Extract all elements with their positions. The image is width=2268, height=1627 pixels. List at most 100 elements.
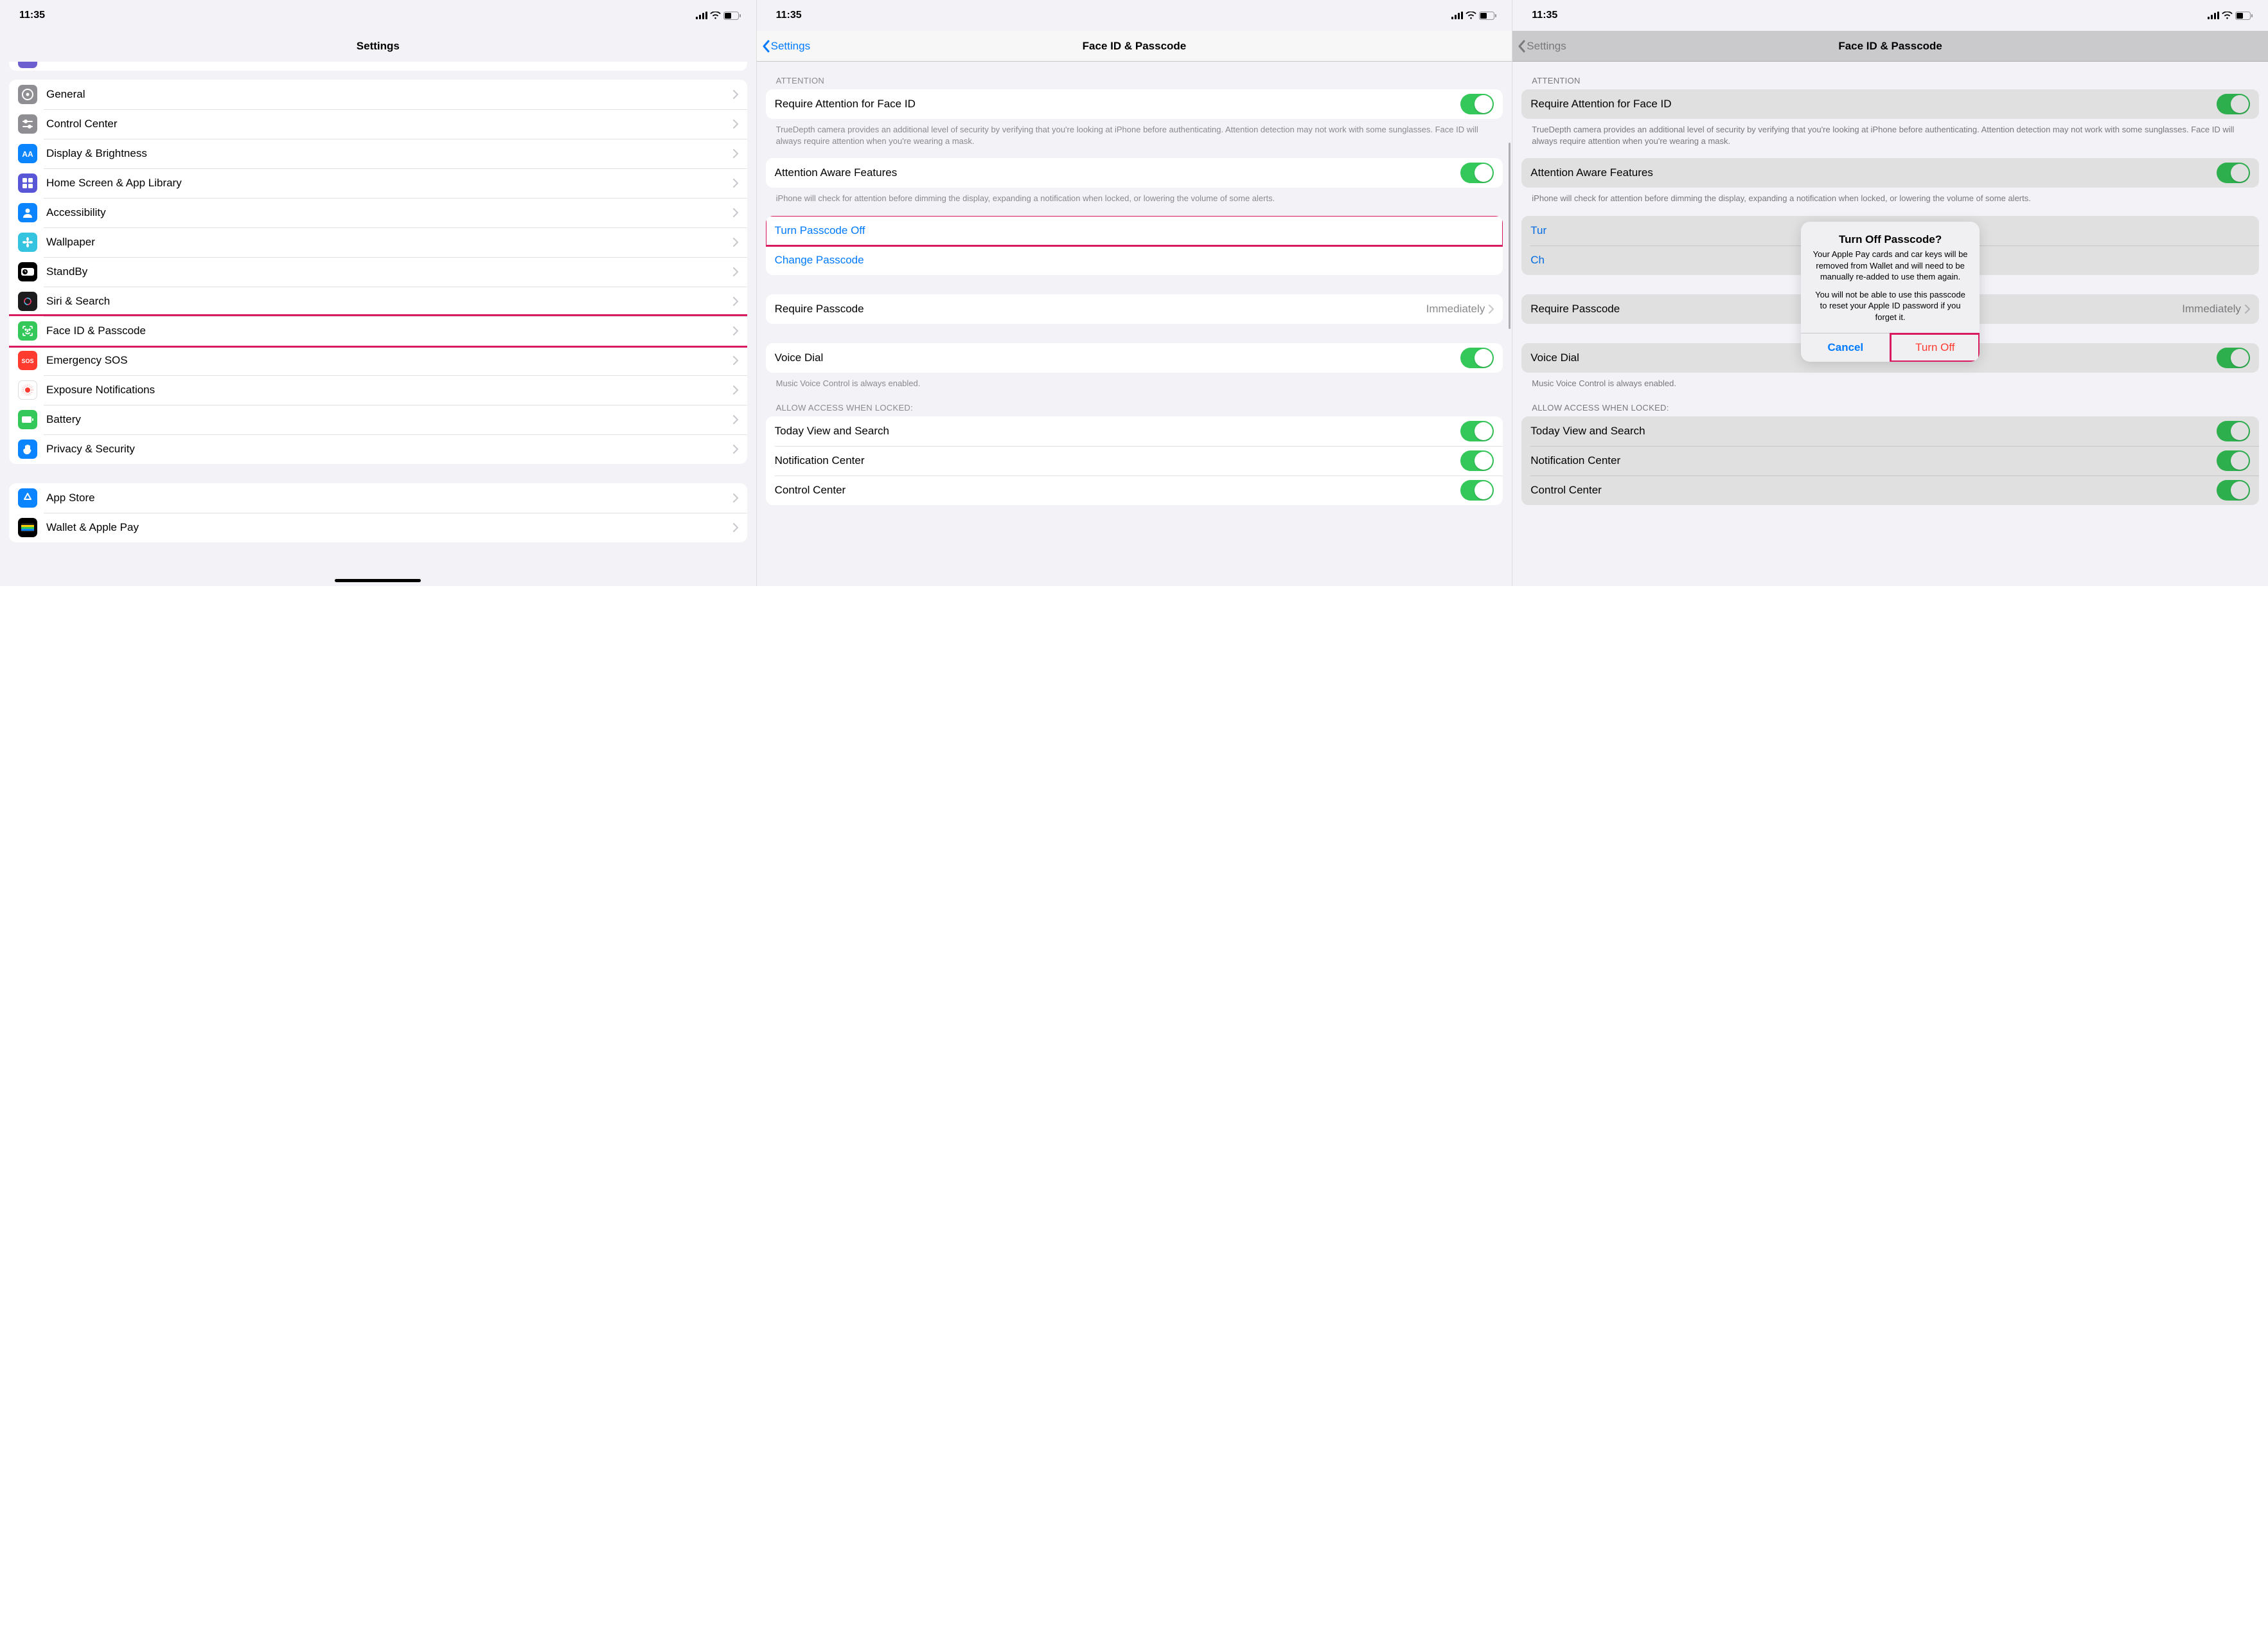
nav-title: Face ID & Passcode (1838, 40, 1942, 53)
settings-row-home-screen[interactable]: Home Screen & App Library (9, 168, 747, 198)
alert-text-1: Your Apple Pay cards and car keys will b… (1812, 249, 1968, 283)
accessibility-icon (18, 203, 37, 222)
back-button[interactable]: Settings (762, 31, 810, 61)
settings-row-display-brightness[interactable]: AA Display & Brightness (9, 139, 747, 168)
today-view-toggle (2217, 421, 2250, 441)
panel-faceid-passcode: 11:35 Settings Face ID & Passcode ATTENT… (756, 0, 1512, 586)
require-attention-label: Require Attention for Face ID (775, 98, 1461, 111)
notification-center-label: Notification Center (1530, 454, 2217, 467)
today-view-row: Today View and Search (1521, 416, 2259, 446)
require-attention-row[interactable]: Require Attention for Face ID (766, 89, 1503, 119)
notification-center-toggle[interactable] (1460, 450, 1494, 471)
settings-row-wallpaper[interactable]: Wallpaper (9, 227, 747, 257)
control-center-toggle (2217, 480, 2250, 501)
attention-aware-label: Attention Aware Features (1530, 166, 2217, 179)
control-center-toggle[interactable] (1460, 480, 1494, 501)
attention-aware-toggle[interactable] (1460, 163, 1494, 183)
settings-row-control-center[interactable]: Control Center (9, 109, 747, 139)
attention-aware-row[interactable]: Attention Aware Features (766, 158, 1503, 188)
settings-row-accessibility[interactable]: Accessibility (9, 198, 747, 227)
exposure-icon (18, 380, 37, 400)
attention-aware-footer: iPhone will check for attention before d… (1512, 188, 2268, 204)
faceid-passcode-icon (18, 321, 37, 341)
chevron-right-icon (733, 120, 738, 129)
chevron-right-icon (733, 386, 738, 395)
control-center-row: Control Center (1521, 476, 2259, 505)
settings-row-label: Emergency SOS (46, 354, 733, 367)
back-label: Settings (771, 40, 810, 53)
control-center-row[interactable]: Control Center (766, 476, 1503, 505)
faceid-scroll[interactable]: ATTENTION Require Attention for Face ID … (757, 62, 1512, 586)
siri-search-icon (18, 292, 37, 311)
section-header-attention: ATTENTION (1512, 62, 2268, 89)
attention-aware-label: Attention Aware Features (775, 166, 1461, 179)
status-time: 11:35 (19, 10, 45, 21)
svg-text:AA: AA (22, 150, 33, 159)
wifi-icon (2222, 12, 2233, 19)
settings-row-siri-search[interactable]: Siri & Search (9, 287, 747, 316)
turn-passcode-off-label: Turn Passcode Off (775, 224, 1494, 237)
cellular-icon (1451, 12, 1463, 19)
require-passcode-row[interactable]: Require Passcode Immediately (766, 294, 1503, 324)
settings-row-label: General (46, 88, 733, 101)
control-center-icon (18, 114, 37, 134)
chevron-right-icon (733, 179, 738, 188)
today-view-toggle[interactable] (1460, 421, 1494, 441)
settings-row-exposure[interactable]: Exposure Notifications (9, 375, 747, 405)
voice-dial-row[interactable]: Voice Dial (766, 343, 1503, 373)
status-icons (2208, 12, 2253, 20)
section-header-allow: ALLOW ACCESS WHEN LOCKED: (1512, 389, 2268, 416)
require-attention-row: Require Attention for Face ID (1521, 89, 2259, 119)
require-attention-toggle[interactable] (1460, 94, 1494, 114)
wifi-icon (1466, 12, 1476, 19)
alert-text-2: You will not be able to use this passcod… (1812, 289, 1968, 323)
turn-passcode-off-row[interactable]: Turn Passcode Off (766, 216, 1503, 245)
settings-row-privacy[interactable]: Privacy & Security (9, 434, 747, 464)
chevron-right-icon (733, 523, 738, 532)
cellular-icon (696, 12, 707, 19)
status-bar: 11:35 (1512, 0, 2268, 31)
change-passcode-row[interactable]: Change Passcode (766, 245, 1503, 275)
nav-bar: Settings Face ID & Passcode (1512, 31, 2268, 62)
settings-row-wallet[interactable]: Wallet & Apple Pay (9, 513, 747, 542)
settings-row-app-store[interactable]: App Store (9, 483, 747, 513)
alert-cancel-button[interactable]: Cancel (1801, 333, 1890, 362)
settings-scroll[interactable]: General Control Center AA Display & Brig… (0, 62, 756, 586)
require-passcode-value: Immediately (1426, 303, 1485, 316)
alert-turnoff-button[interactable]: Turn Off (1890, 333, 1980, 362)
settings-row-standby[interactable]: StandBy (9, 257, 747, 287)
chevron-left-icon (1518, 40, 1525, 53)
attention-aware-row: Attention Aware Features (1521, 158, 2259, 188)
notification-center-row[interactable]: Notification Center (766, 446, 1503, 476)
chevron-right-icon (733, 445, 738, 454)
scrollbar-thumb[interactable] (1509, 143, 1511, 329)
settings-row-general[interactable]: General (9, 80, 747, 109)
today-view-row[interactable]: Today View and Search (766, 416, 1503, 446)
general-icon (18, 85, 37, 104)
standby-icon (18, 262, 37, 281)
settings-row-label: Accessibility (46, 206, 733, 219)
home-indicator[interactable] (335, 579, 421, 582)
attention-aware-toggle (2217, 163, 2250, 183)
chevron-right-icon (733, 90, 738, 99)
cellular-icon (2208, 12, 2219, 19)
panel-turnoff-alert: 11:35 Settings Face ID & Passcode ATTENT… (1512, 0, 2268, 586)
battery-icon (723, 12, 741, 20)
settings-row-label: Face ID & Passcode (46, 325, 733, 337)
settings-row-battery[interactable]: Battery (9, 405, 747, 434)
voice-dial-footer: Music Voice Control is always enabled. (757, 373, 1512, 389)
back-label: Settings (1527, 40, 1566, 53)
settings-row-faceid-passcode[interactable]: Face ID & Passcode (9, 316, 747, 346)
settings-row-label: Home Screen & App Library (46, 177, 733, 190)
wifi-icon (710, 12, 721, 19)
svg-text:SOS: SOS (21, 358, 33, 364)
wallpaper-icon (18, 233, 37, 252)
settings-row-label: Battery (46, 413, 733, 426)
today-view-label: Today View and Search (1530, 425, 2217, 438)
settings-row-emergency-sos[interactable]: SOS Emergency SOS (9, 346, 747, 375)
settings-row-label: Control Center (46, 118, 733, 130)
notification-center-row: Notification Center (1521, 446, 2259, 476)
chevron-right-icon (733, 415, 738, 424)
settings-row-label: App Store (46, 492, 733, 504)
voice-dial-toggle[interactable] (1460, 348, 1494, 368)
